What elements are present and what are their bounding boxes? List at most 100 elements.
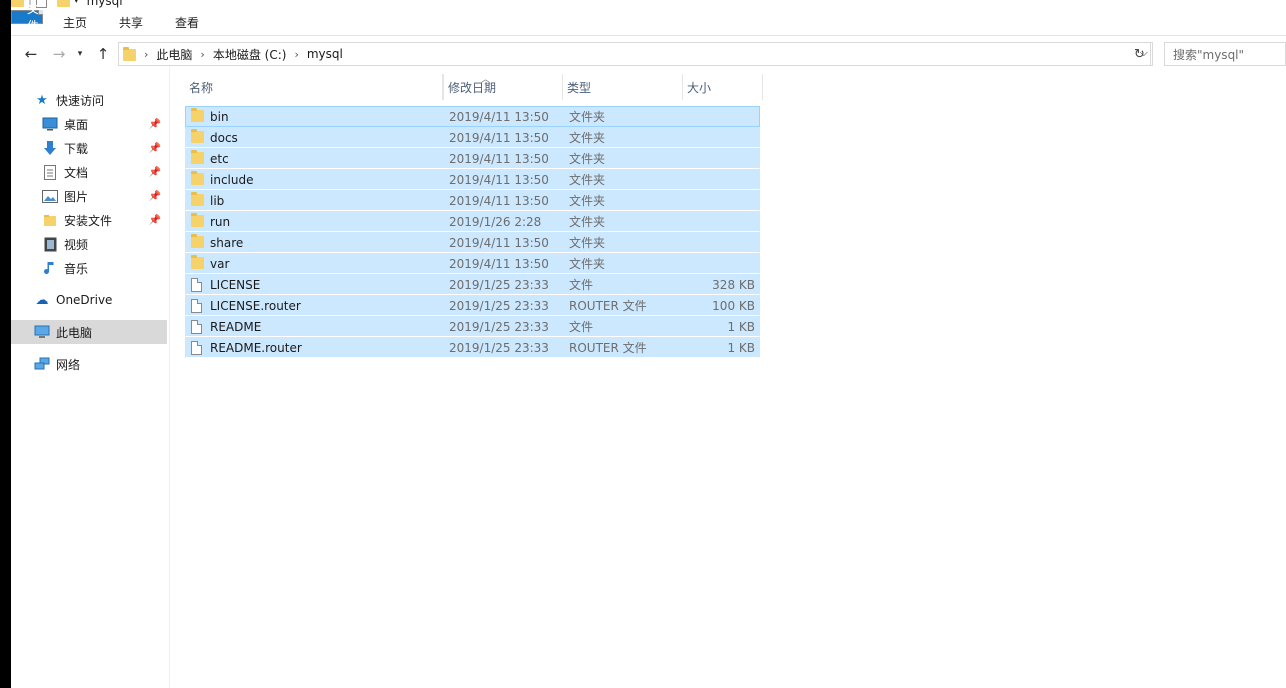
breadcrumb-local-disk[interactable]: 本地磁盘 (C:) xyxy=(213,46,287,63)
desktop-edge xyxy=(0,0,11,688)
table-row[interactable]: README.router 2019/1/25 23:33 ROUTER 文件 1 K… xyxy=(185,337,760,358)
sidebar-item-onedrive[interactable]: ☁ OneDrive xyxy=(33,288,189,312)
file-name: etc xyxy=(210,151,229,166)
column-header-label: 类型 xyxy=(567,80,592,95)
sidebar-item-network[interactable]: 网络 xyxy=(33,352,189,376)
sidebar-item-1[interactable]: 下载 📌 xyxy=(41,136,167,160)
sidebar-item-label: 视频 xyxy=(64,237,89,252)
sidebar-item-5[interactable]: 视频 xyxy=(41,232,167,256)
up-arrow-icon[interactable]: ↑ xyxy=(93,42,113,66)
navigation-pane: ★ 快速访问 桌面 📌 下载 📌 文档 📌 图片 📌 安装文件 📌 视频 音乐 ☁ OneDrive … xyxy=(11,66,170,688)
breadcrumb-chevron-icon[interactable]: › xyxy=(200,48,204,61)
file-type: ROUTER 文件 xyxy=(569,341,647,355)
file-type: 文件 xyxy=(569,278,594,292)
pin-icon[interactable]: 📌 xyxy=(149,191,161,202)
file-date: 2019/1/25 23:33 xyxy=(449,277,549,292)
column-header-type[interactable]: 类型 xyxy=(563,74,683,100)
sidebar-item-label: 图片 xyxy=(64,189,89,204)
table-row[interactable]: share 2019/4/11 13:50 文件夹 xyxy=(185,232,760,253)
file-date: 2019/4/11 13:50 xyxy=(449,256,549,271)
breadcrumb-mysql[interactable]: mysql xyxy=(307,47,343,61)
file-name: share xyxy=(210,235,244,250)
sidebar-item-this-pc[interactable]: 此电脑 xyxy=(11,320,167,344)
file-icon xyxy=(191,278,202,292)
file-date: 2019/4/11 13:50 xyxy=(449,130,549,145)
sidebar-item-label: 网络 xyxy=(56,357,81,372)
forward-arrow-icon[interactable]: → xyxy=(49,42,69,66)
search-input[interactable]: 搜索"mysql" xyxy=(1164,42,1286,66)
table-row[interactable]: lib 2019/4/11 13:50 文件夹 xyxy=(185,190,760,211)
table-row[interactable]: LICENSE.router 2019/1/25 23:33 ROUTER 文件 10… xyxy=(185,295,760,316)
file-icon xyxy=(191,320,202,334)
file-type: 文件夹 xyxy=(569,152,606,166)
file-date: 2019/4/11 13:50 xyxy=(449,193,549,208)
column-header-size[interactable]: 大小 xyxy=(683,74,763,100)
sidebar-item-label: 下载 xyxy=(64,141,89,156)
sidebar-item-2[interactable]: 文档 📌 xyxy=(41,160,167,184)
folder-icon xyxy=(191,255,204,269)
table-row[interactable]: run 2019/1/26 2:28 文件夹 xyxy=(185,211,760,232)
file-date: 2019/1/25 23:33 xyxy=(449,340,549,355)
cloud-icon: ☁ xyxy=(35,292,49,308)
breadcrumb-chevron-icon[interactable]: › xyxy=(294,48,298,61)
file-type: 文件夹 xyxy=(569,194,606,208)
table-row[interactable]: etc 2019/4/11 13:50 文件夹 xyxy=(185,148,760,169)
folder-icon xyxy=(191,129,204,143)
folder-icon xyxy=(191,192,204,206)
file-rows: bin 2019/4/11 13:50 文件夹 docs 2019/4/11 13:50… xyxy=(185,106,760,358)
breadcrumb-this-pc[interactable]: 此电脑 xyxy=(156,46,192,63)
folder-icon xyxy=(191,213,204,227)
file-name: README xyxy=(210,319,262,334)
tab-file[interactable]: 文件 xyxy=(11,2,43,33)
file-date: 2019/1/26 2:28 xyxy=(449,214,542,229)
recent-locations-chevron-icon[interactable]: ▾ xyxy=(73,42,87,66)
file-name: docs xyxy=(210,130,238,145)
window-title: mysql xyxy=(86,0,123,8)
download-icon xyxy=(41,140,59,156)
table-row[interactable]: include 2019/4/11 13:50 文件夹 xyxy=(185,169,760,190)
folder-icon xyxy=(191,108,204,122)
pin-icon[interactable]: 📌 xyxy=(149,215,161,226)
table-row[interactable]: var 2019/4/11 13:50 文件夹 xyxy=(185,253,760,274)
pin-icon[interactable]: 📌 xyxy=(149,119,161,130)
explorer-window: | ▾ mysql 文件 主页 共享 查看 ← → ▾ ↑ › 此电脑 › 本地… xyxy=(11,0,1286,688)
sidebar-item-label: 安装文件 xyxy=(64,213,113,228)
sidebar-item-label: OneDrive xyxy=(56,293,113,307)
tab-home[interactable]: 主页 xyxy=(47,10,103,35)
sidebar-item-4[interactable]: 安装文件 📌 xyxy=(41,208,167,232)
tab-view[interactable]: 查看 xyxy=(159,10,215,35)
column-header-name[interactable]: 名称 xyxy=(185,74,443,100)
folder-icon xyxy=(191,150,204,164)
back-arrow-icon[interactable]: ← xyxy=(21,42,41,66)
table-row[interactable]: docs 2019/4/11 13:50 文件夹 xyxy=(185,127,760,148)
file-type: 文件夹 xyxy=(569,110,606,124)
file-type: 文件夹 xyxy=(569,215,606,229)
column-header-date[interactable]: 修改日期 xyxy=(443,74,563,100)
address-bar[interactable]: › 此电脑 › 本地磁盘 (C:) › mysql ⌵ xyxy=(118,42,1153,66)
breadcrumb-chevron-icon[interactable]: › xyxy=(144,48,148,61)
folder-icon xyxy=(123,47,136,61)
table-row[interactable]: bin 2019/4/11 13:50 文件夹 xyxy=(185,106,760,127)
sidebar-item-quick-access[interactable]: ★ 快速访问 xyxy=(33,88,189,112)
folder-icon xyxy=(191,171,204,185)
sidebar-item-0[interactable]: 桌面 📌 xyxy=(41,112,167,136)
file-type: 文件夹 xyxy=(569,131,606,145)
folder-icon xyxy=(41,212,59,228)
file-date: 2019/1/25 23:33 xyxy=(449,298,549,313)
pin-icon[interactable]: 📌 xyxy=(149,143,161,154)
sidebar-item-3[interactable]: 图片 📌 xyxy=(41,184,167,208)
sidebar-item-6[interactable]: 音乐 xyxy=(41,256,167,280)
file-size: 1 KB xyxy=(727,340,755,355)
table-row[interactable]: README 2019/1/25 23:33 文件 1 KB xyxy=(185,316,760,337)
document-icon xyxy=(41,164,59,180)
chevron-down-icon[interactable]: ▾ xyxy=(74,0,79,6)
table-row[interactable]: LICENSE 2019/1/25 23:33 文件 328 KB xyxy=(185,274,760,295)
sidebar-item-label: 桌面 xyxy=(64,117,89,132)
file-icon xyxy=(191,299,202,313)
file-date: 2019/1/25 23:33 xyxy=(449,319,549,334)
computer-icon xyxy=(33,324,51,340)
tab-share[interactable]: 共享 xyxy=(103,10,159,35)
pin-icon[interactable]: 📌 xyxy=(149,167,161,178)
refresh-icon[interactable]: ↻ xyxy=(1129,42,1151,66)
new-folder-icon[interactable] xyxy=(57,0,71,7)
